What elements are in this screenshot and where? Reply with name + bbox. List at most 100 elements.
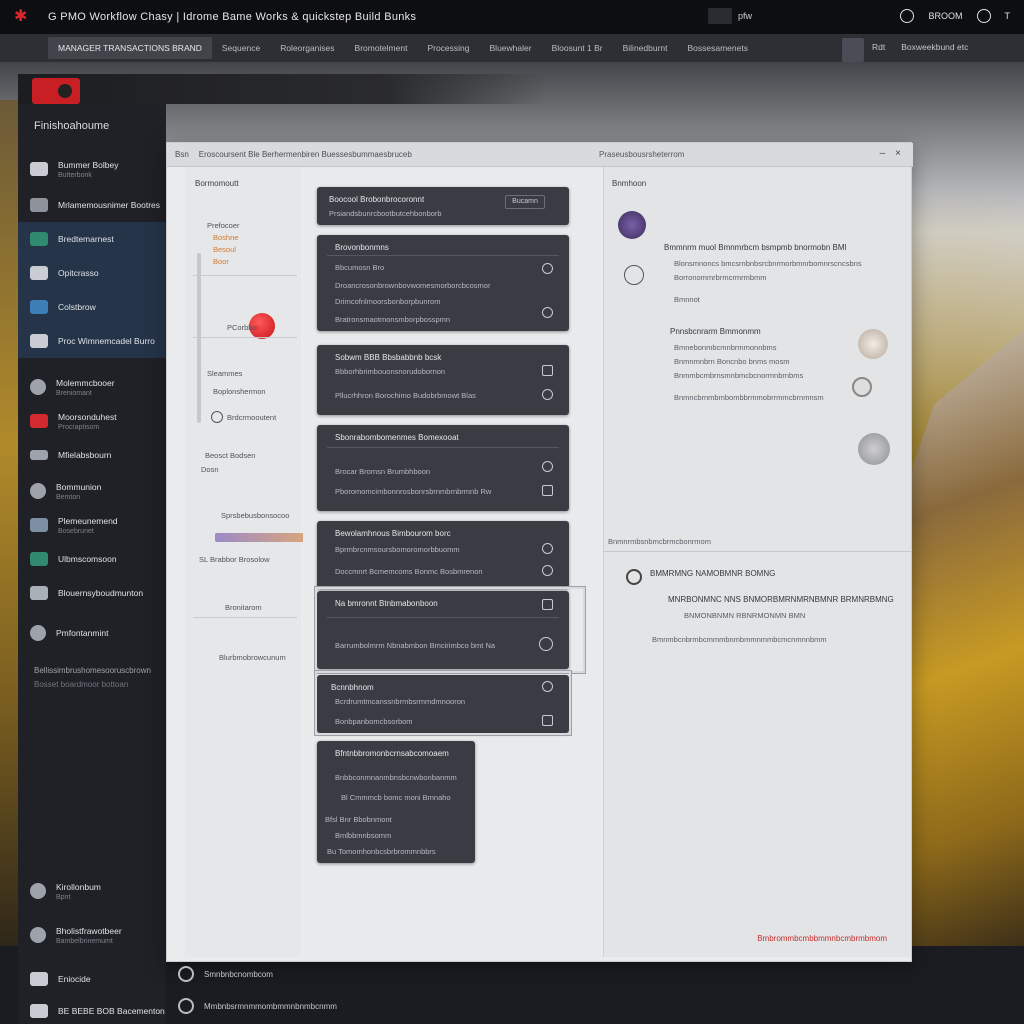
window-controls: – × [880, 148, 901, 159]
scrollbar[interactable] [197, 253, 201, 423]
avatar[interactable] [618, 211, 646, 239]
workflow-card[interactable]: Bfntnbbromonbcrnsabcomoaem Bnbbconmnanmb… [317, 741, 475, 863]
sidebar-item-13[interactable]: Pmfontanmint [18, 616, 166, 650]
status-label: Mmbnbsrmnmmombmmnbnmbcnmm [204, 1001, 337, 1011]
link-icon[interactable] [542, 389, 553, 400]
settings-icon[interactable] [900, 9, 915, 23]
menu-item-3[interactable]: Bromotelment [345, 37, 418, 59]
bookmark-icon[interactable] [542, 599, 553, 610]
menu-item-7[interactable]: Bilinedburnt [613, 37, 678, 59]
sidebar-bottom-item-2[interactable]: Eniocide [18, 962, 166, 996]
menu-item-1[interactable]: Sequence [212, 37, 270, 59]
window-titlebar-right: Praseusbousrsheterrom [599, 150, 685, 159]
account-icon[interactable] [976, 9, 991, 23]
filter-label: Beosct Bodsen [205, 451, 256, 460]
card-row: Brocar Bromsn Brumbhboon [335, 467, 431, 476]
folder-icon [30, 552, 48, 566]
detail-line: Bmnnot [674, 295, 700, 304]
sidebar-item-7[interactable]: Moorsonduhest Procraptisom [18, 404, 166, 438]
window-titlebar-left[interactable]: Bsn [175, 150, 189, 159]
sidebar-item-3[interactable]: Opitcrasso [18, 256, 166, 290]
sidebar-item-10[interactable]: Plemeunemend Bosebrunet [18, 508, 166, 542]
toggle-icon[interactable] [708, 8, 732, 24]
details-footer-link[interactable]: Bmbrommbcmbbmmnbcmbrmbmom [757, 934, 887, 943]
sidebar-item-5[interactable]: Proc Wimnemcadel Burro [18, 324, 166, 358]
menu-item-5[interactable]: Bluewhaler [480, 37, 542, 59]
toggle-icon[interactable] [539, 637, 553, 651]
sidebar-item-4[interactable]: Colstbrow [18, 290, 166, 324]
menu-square-button[interactable] [842, 38, 864, 62]
workflow-card[interactable]: Na bmronnt Btnbmabonboon Barrumbolmrm Nb… [317, 591, 569, 669]
gear-icon[interactable] [542, 263, 553, 274]
trash-icon[interactable] [542, 715, 553, 726]
sidebar-bottom-item-1[interactable]: Bholistfrawotbeer Bambelbrinemumt [18, 918, 166, 952]
menu-item-0[interactable]: MANAGER TRANSACTIONS BRAND [48, 37, 212, 59]
sidebar-item-9[interactable]: Bommunion Bemton [18, 474, 166, 508]
status-row-0[interactable]: Smnbnbcnombcom [178, 966, 273, 982]
card-row: Pboromomcimbonnrosbonrsbrnmbrnbrmnb Rw [335, 487, 492, 496]
refresh-icon[interactable] [542, 565, 553, 576]
minimize-icon[interactable]: – [880, 148, 886, 159]
sidebar-item-6[interactable]: Molemmcbooer Breniomant [18, 370, 166, 404]
copy-icon[interactable] [542, 485, 553, 496]
filter-label: Boplonshermon [213, 387, 266, 396]
filter-icon[interactable] [542, 461, 553, 472]
detail-line: BNMONBNMN RBNRMONMN BMN [684, 611, 806, 620]
menu-item-4[interactable]: Processing [417, 37, 479, 59]
eye-icon[interactable] [542, 543, 553, 554]
detail-line: Bnmncbrnmbmbombbrmmobrrmmcbrnmnsm [674, 393, 824, 402]
workflow-card[interactable]: Bcnnbhnom Bcrdrumtmcanssnbrmbsrmmdmnooro… [317, 675, 569, 733]
top-right-letter[interactable]: T [1005, 11, 1011, 21]
sidebar-bottom-item-3[interactable]: BE BEBE BOB Bacementon [18, 994, 166, 1024]
sidebar-item-label: Bredtemarnest [58, 234, 114, 244]
menu-item-2[interactable]: Roleorganises [270, 37, 344, 59]
sidebar-item-12[interactable]: Blouernsyboudmunton [18, 576, 166, 610]
database-icon [30, 586, 48, 600]
top-right-label[interactable]: BROOM [928, 11, 962, 21]
sidebar-bottom-item-0[interactable]: Kirollonbum Bpnt [18, 874, 166, 908]
status-row-1[interactable]: Mmbnbsrmnmmombmmnbnmbcnmm [178, 998, 337, 1014]
sidebar-item-11[interactable]: Ulbmscomsoon [18, 542, 166, 576]
pin-icon[interactable] [542, 681, 553, 692]
avatar[interactable] [858, 433, 890, 465]
sidebar-item-0[interactable]: Bummer Bolbey Butterbonk [18, 152, 166, 186]
close-icon[interactable]: × [895, 148, 901, 159]
filter-label: Prefocoer [207, 221, 240, 230]
sidebar-item-label: Mfielabsbourn [58, 450, 112, 460]
edit-icon[interactable] [542, 365, 553, 376]
sidebar-item-2[interactable]: Bredtemarnest [18, 222, 166, 256]
workflow-card[interactable]: Sobwm BBB Bbsbabbnb bcsk Bbborhbrimbouon… [317, 345, 569, 415]
app-logo-icon[interactable]: ✱ [14, 8, 38, 26]
detail-line: Bmnebonmbcmnbrmmonnbms [674, 343, 777, 352]
status-icon [178, 998, 194, 1014]
card-action-button[interactable]: Bucamn [505, 195, 545, 209]
detail-line: Pnnsbcnrarm Bmmonmm [670, 327, 761, 336]
sidebar-item-label: Kirollonbum [56, 881, 101, 892]
sidebar-item-8[interactable]: Mfielabsbourn [18, 438, 166, 472]
filter-label: Boshne [213, 233, 239, 242]
filter-label: Dosn [201, 465, 219, 474]
card-row: Bnbbconmnanmbnsbcnwbonbanmm [335, 773, 457, 782]
info-icon[interactable] [542, 307, 553, 318]
workflow-card[interactable]: Sbonrabombomenmes Bomexooat Brocar Broms… [317, 425, 569, 511]
menu-item-8[interactable]: Bossesamenets [678, 37, 758, 59]
card-row: Bbcumosn Bro [335, 263, 385, 272]
sidebar-item-label: Opitcrasso [58, 268, 99, 278]
user-icon [30, 883, 46, 899]
sidebar-item-label: Colstbrow [58, 302, 96, 312]
card-title: Boocool Brobonbrocoronnt [329, 195, 425, 204]
workflow-card[interactable]: Brovonbonmns Bbcumosn Bro Droancrosonbro… [317, 235, 569, 331]
radio-icon[interactable] [211, 411, 223, 423]
monitor-icon [30, 162, 48, 176]
avatar[interactable] [858, 329, 888, 359]
workflow-card[interactable]: Bewolamhnous Bimbourom borc Bprmbrcnmsou… [317, 521, 569, 589]
card-row: Bonbpanbomcbsorbom [335, 717, 413, 726]
filter-label: Boor [213, 257, 229, 266]
menu-right-item-0[interactable]: Rdt [872, 42, 885, 52]
menu-right-item-1[interactable]: Boxweekbund etc [901, 42, 968, 52]
sidebar-item-sub: Bpnt [56, 893, 71, 901]
settings-icon[interactable] [852, 377, 872, 397]
menu-item-6[interactable]: Bloosunt 1 Br [542, 37, 613, 59]
sidebar-item-1[interactable]: Mrlamemousnimer Bootres [18, 188, 166, 222]
workflow-card[interactable]: Boocool Brobonbrocoronnt Prsiandsbunrcbo… [317, 187, 569, 225]
